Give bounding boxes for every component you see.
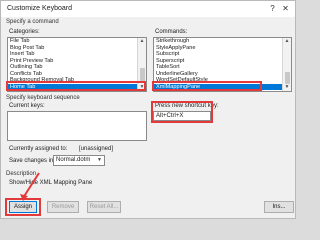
customize-keyboard-dialog: Customize Keyboard ? ✕ Specify a command… (0, 0, 296, 219)
annotation-arrow-line (22, 172, 40, 199)
annotation-arrow-head (20, 194, 28, 201)
annotation-arrow-icon (20, 172, 40, 201)
